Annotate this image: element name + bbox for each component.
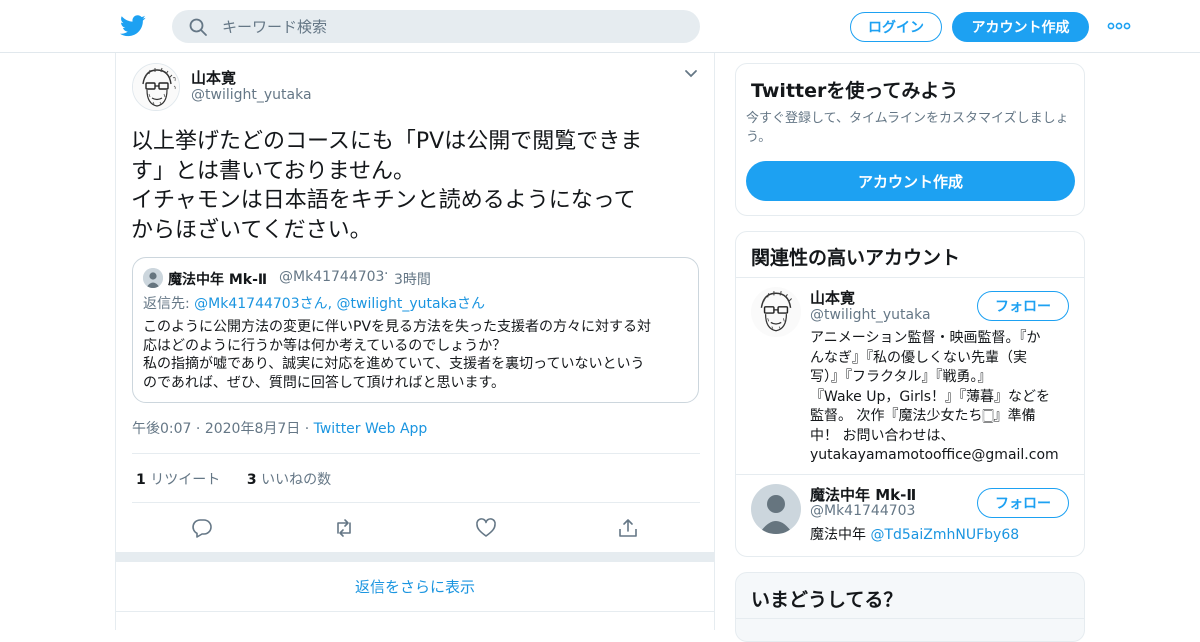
related-accounts-title: 関連性の高いアカウント: [751, 247, 961, 269]
account-bio: アニメーション監督・映画監督。『か んなぎ』『私の優しくない先輩（実 写）』『フ…: [810, 329, 1072, 466]
account-name[interactable]: 山本寛: [810, 287, 855, 308]
quote-author-handle: @Mk41744703: [279, 269, 385, 285]
tweet-metadata: 午後0:07 · 2020年8月7日 · Twitter Web App: [132, 418, 427, 438]
meta-separator: ·: [304, 421, 310, 437]
tweet-text-line: イチャモンは日本語をキチンと読めるようになって: [131, 188, 636, 213]
retweet-icon[interactable]: [333, 517, 355, 539]
quote-reply-to: 返信先: @Mk41744703さん, @twilight_yutakaさん: [143, 293, 485, 313]
retweet-label: リツイート: [150, 472, 221, 488]
like-label: いいねの数: [261, 472, 332, 488]
account-handle[interactable]: @twilight_yutaka: [810, 307, 931, 323]
signup-card-description: 今すぐ登録して、タイムラインをカスタマイズしましょう。: [746, 111, 1069, 145]
bio-text: 魔法中年: [810, 527, 871, 543]
tweet-stats: 1 リツイート 3 いいねの数: [136, 469, 331, 489]
follow-button[interactable]: フォロー: [977, 488, 1069, 518]
divider: [736, 474, 1084, 475]
tweet-text-line: からほざいてください。: [131, 217, 372, 243]
like-icon[interactable]: [475, 517, 497, 539]
login-button[interactable]: ログイン: [850, 12, 942, 42]
divider: [132, 502, 700, 503]
tweet-date[interactable]: 2020年8月7日: [205, 421, 300, 437]
quote-separator: ·: [384, 266, 389, 282]
signup-button[interactable]: アカウント作成: [952, 12, 1089, 42]
quote-text-line: このように公開方法の変更に伴いPVを見る方法を失った支援者の方々に対する対: [143, 319, 652, 335]
section-separator: [116, 552, 714, 562]
quote-text: このように公開方法の変更に伴いPVを見る方法を失った支援者の方々に対する対 応は…: [143, 318, 693, 392]
retweet-count: 1: [136, 472, 146, 488]
tweet-text-line: す」とは書いておりません。: [131, 158, 416, 184]
bio-line: アニメーション監督・映画監督。『か: [810, 330, 1041, 346]
reply-prefix: 返信先:: [143, 296, 195, 312]
trends-card: いまどうしてる？: [735, 572, 1085, 642]
share-icon[interactable]: [617, 517, 639, 539]
quote-text-line: 私の指摘が嘘であり、誠実に対応を進めていて、支援者を裏切っていないという: [143, 356, 645, 372]
bio-line: 『Wake Up，Girls！』『薄暮』などを: [810, 388, 1051, 405]
search-input[interactable]: [222, 17, 662, 36]
divider: [736, 277, 1084, 278]
bio-mention-link[interactable]: @Td5aiZmhNUFby68: [870, 527, 1019, 543]
signup-card: Twitterを使ってみよう 今すぐ登録して、タイムラインをカスタマイズしましょ…: [735, 63, 1085, 216]
account-name[interactable]: 魔法中年 Mk-Ⅱ: [810, 484, 916, 505]
reply-icon[interactable]: [191, 517, 213, 539]
default-avatar-icon: [751, 484, 801, 534]
meta-separator: ·: [195, 421, 201, 437]
signup-card-title: Twitterを使ってみよう: [751, 80, 959, 102]
default-avatar-icon: [143, 268, 163, 288]
like-stat[interactable]: 3 いいねの数: [247, 472, 331, 488]
quote-text-line: のであれば、ぜひ、質問に回答して頂ければと思います。: [143, 374, 506, 391]
show-more-replies-link[interactable]: 返信をさらに表示: [116, 562, 714, 612]
divider: [132, 453, 700, 454]
account-bio: 魔法中年 @Td5aiZmhNUFby68: [810, 526, 1072, 546]
account-handle[interactable]: @Mk41744703: [810, 503, 915, 519]
quote-text-line: 応はどのように行うか等は何か考えているのでしょうか？: [143, 337, 507, 354]
like-count: 3: [246, 472, 257, 488]
bio-line: 監督。 次作『魔法少女たち🀆』準備: [810, 408, 1036, 424]
bio-line: んなぎ』『私の優しくない先輩（実: [810, 349, 1027, 366]
more-icon[interactable]: [1106, 18, 1132, 34]
tweet-source-link[interactable]: Twitter Web App: [314, 421, 428, 437]
account-avatar[interactable]: [751, 484, 801, 534]
trends-title: いまどうしてる？: [751, 589, 903, 611]
quote-author-name: 魔法中年 Mk-Ⅱ: [168, 272, 268, 288]
top-bar: ログイン アカウント作成: [0, 0, 1200, 53]
bio-line: 写）』『フラクタル』『戦勇。』: [810, 369, 992, 385]
reply-mentions: @Mk41744703さん, @twilight_yutakaさん: [194, 296, 486, 312]
follow-button[interactable]: フォロー: [977, 291, 1069, 321]
author-handle[interactable]: @twilight_yutaka: [191, 87, 312, 103]
search-box[interactable]: [172, 10, 700, 43]
retweet-stat[interactable]: 1 リツイート: [136, 472, 220, 488]
author-name[interactable]: 山本寛: [191, 67, 236, 88]
sketch-portrait-icon: [133, 64, 179, 110]
chevron-down-icon[interactable]: [684, 69, 698, 79]
signup-card-button[interactable]: アカウント作成: [746, 161, 1075, 201]
quote-avatar: [143, 268, 163, 288]
bio-line: yutakayamamotooffice@gmail.com: [810, 447, 1059, 463]
author-avatar[interactable]: [132, 63, 180, 111]
sketch-portrait-icon: [751, 287, 801, 337]
tweet-detail: 山本寛 @twilight_yutaka 以上挙げたどのコースにも「PVは公開で…: [115, 53, 715, 630]
bio-line: 中！ お問い合わせは、: [810, 427, 955, 444]
tweet-time[interactable]: 午後0:07: [132, 421, 191, 437]
tweet-text: 以上挙げたどのコースにも「PVは公開で閲覧できま す」とは書いておりません。 イ…: [131, 127, 697, 245]
related-accounts-card: 関連性の高いアカウント 山本寛 @twilight_yutaka フォロー アニ…: [735, 231, 1085, 557]
twitter-bird-icon[interactable]: [120, 14, 146, 38]
account-avatar[interactable]: [751, 287, 801, 337]
quoted-tweet[interactable]: 魔法中年 Mk-Ⅱ @Mk41744703 · 3時間 返信先: @Mk4174…: [132, 257, 699, 403]
quote-time: 3時間: [394, 272, 431, 288]
divider: [736, 618, 1084, 619]
tweet-text-line: 以上挙げたどのコースにも「PVは公開で閲覧できま: [131, 129, 643, 154]
search-icon: [189, 18, 207, 36]
